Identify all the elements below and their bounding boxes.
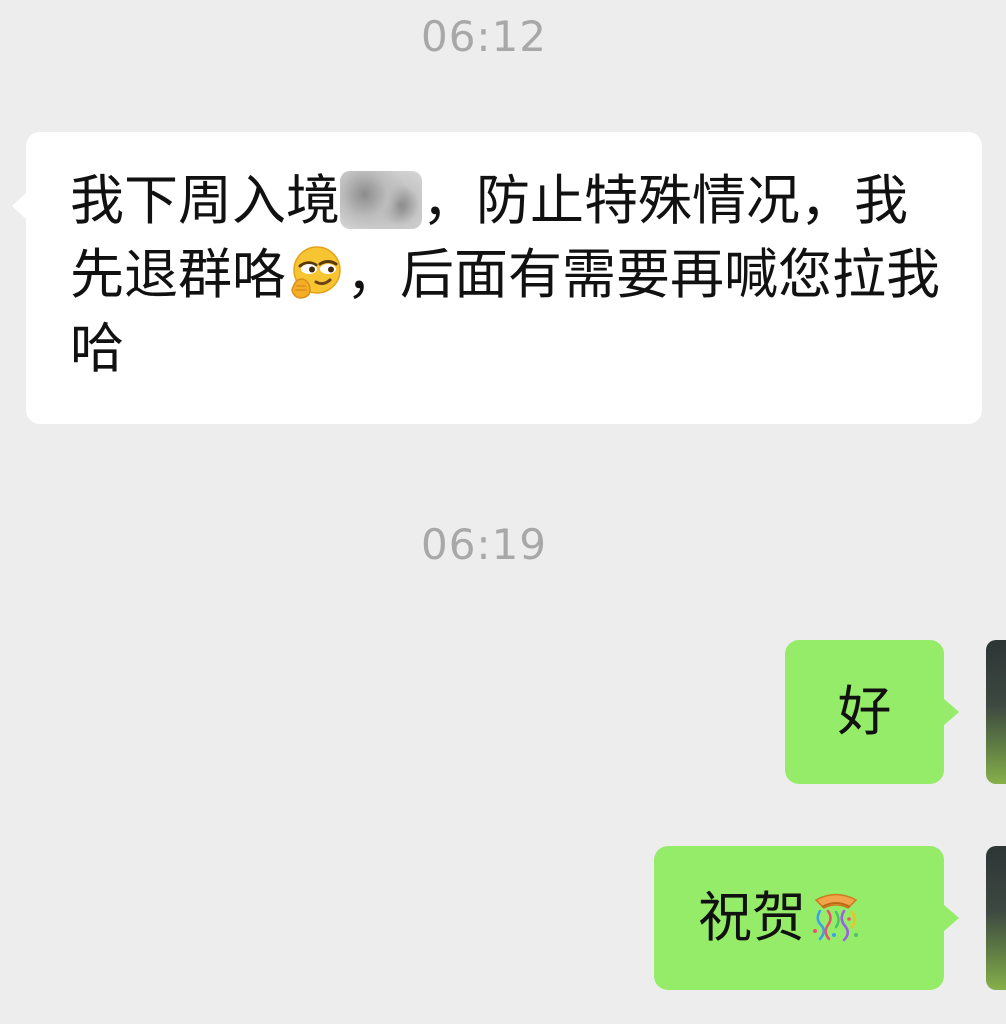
avatar[interactable] (986, 846, 1006, 990)
outgoing-message-bubble[interactable]: 祝贺 (654, 846, 959, 990)
smirk-hand-on-chin-icon (291, 246, 341, 299)
outgoing-message-bubble[interactable]: 好 (785, 640, 959, 784)
bubble-tail (943, 904, 959, 932)
message-text: 我下周入境 (70, 169, 340, 232)
avatar[interactable] (986, 640, 1006, 784)
incoming-message-bubble[interactable]: 我下周入境 ，防止特殊情况，我先退群咯 ，后面有需要再喊您拉我哈 (12, 132, 982, 424)
timestamp-0619: 06:19 (420, 520, 548, 569)
message-text: 好 (837, 680, 892, 743)
message-text: 祝贺 (698, 886, 806, 949)
blurred-redaction-image (340, 171, 422, 229)
confetti-ball-icon (813, 893, 858, 942)
timestamp-0612: 06:12 (420, 12, 548, 61)
bubble-tail (943, 698, 959, 726)
bubble-tail (12, 192, 27, 220)
